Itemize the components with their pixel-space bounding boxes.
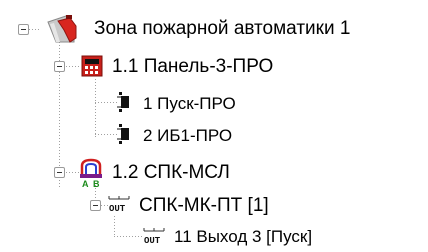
collapse-toggle-spk-msl[interactable] <box>54 167 65 178</box>
ab-module-icon: A B <box>80 158 102 188</box>
device-tree: Зона пожарной автоматики 1 1.1 Панель-3-… <box>0 0 428 252</box>
device-icon <box>117 92 129 112</box>
svg-text:OUT: OUT <box>144 236 161 246</box>
tree-node-label: 1.2 СПК-МСЛ <box>112 162 230 183</box>
svg-text:A: A <box>82 179 89 188</box>
svg-text:OUT: OUT <box>109 204 126 214</box>
tree-node-device-1[interactable]: 1 Пуск-ПРО <box>143 95 236 112</box>
collapse-toggle-root[interactable] <box>18 24 29 35</box>
tree-node-label: 1 Пуск-ПРО <box>143 94 236 113</box>
collapse-toggle-panel[interactable] <box>54 61 65 72</box>
tree-node-spk-mk[interactable]: СПК-МК-ПТ [1] <box>139 196 269 215</box>
tree-node-label: СПК-МК-ПТ [1] <box>139 195 269 216</box>
collapse-toggle-spk-mk[interactable] <box>90 200 101 211</box>
out-module-icon: OUT <box>143 228 165 246</box>
control-panel-icon <box>81 55 103 77</box>
tree-node-label: Зона пожарной автоматики 1 <box>94 18 351 39</box>
out-module-icon: OUT <box>108 196 130 214</box>
tree-node-root[interactable]: Зона пожарной автоматики 1 <box>94 19 350 38</box>
tree-node-label: 11 Выход 3 [Пуск] <box>174 227 313 246</box>
tree-node-label: 2 ИБ1-ПРО <box>143 126 233 145</box>
svg-text:B: B <box>93 179 100 188</box>
tree-node-output[interactable]: 11 Выход 3 [Пуск] <box>174 228 312 245</box>
tree-node-spk-msl[interactable]: 1.2 СПК-МСЛ <box>112 163 230 182</box>
tree-node-label: 1.1 Панель-3-ПРО <box>112 56 274 77</box>
tree-node-panel[interactable]: 1.1 Панель-3-ПРО <box>112 57 273 76</box>
fire-extinguisher-icon <box>47 15 77 43</box>
device-icon <box>117 124 129 144</box>
tree-node-device-2[interactable]: 2 ИБ1-ПРО <box>143 127 232 144</box>
